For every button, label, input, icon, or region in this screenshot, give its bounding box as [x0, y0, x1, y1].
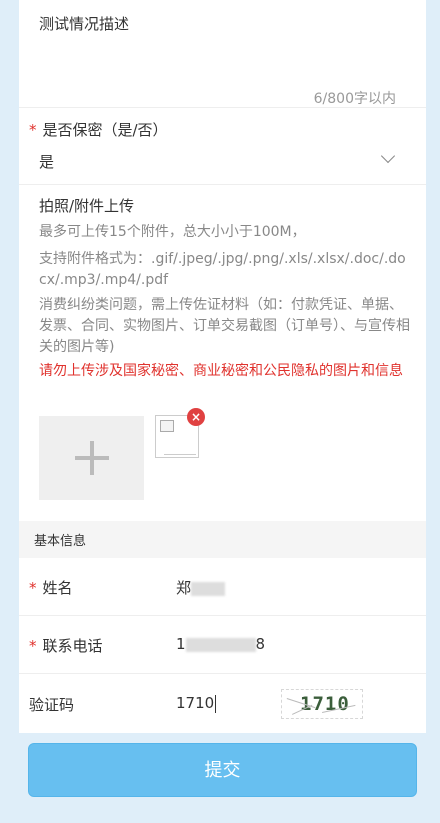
secret-select[interactable]: * 是否保密（是/否） 是	[19, 108, 426, 185]
submit-area: 提交	[0, 733, 440, 823]
name-field[interactable]: * 姓名 郑	[19, 558, 426, 616]
phone-label: 联系电话	[42, 637, 103, 655]
upload-warning: 请勿上传涉及国家秘密、商业秘密和公民隐私的图片和信息	[39, 363, 403, 379]
chevron-down-icon[interactable]	[380, 148, 396, 164]
secret-selected-value: 是	[39, 153, 55, 171]
name-label: 姓名	[42, 579, 73, 597]
required-mark: *	[29, 579, 37, 597]
upload-rule-formats: 支持附件格式为：.gif/.jpeg/.jpg/.png/.xls/.xlsx/…	[39, 251, 406, 288]
upload-rule-dispute: 消费纠纷类问题，需上传佐证材料（如：付款凭证、单据、发票、合同、实物图片、订单交…	[39, 297, 410, 355]
captcha-field[interactable]: 验证码 1710	[19, 674, 426, 733]
upload-title: 拍照/附件上传	[39, 197, 135, 215]
phone-field[interactable]: * 联系电话 18	[19, 616, 426, 674]
upload-section: 拍照/附件上传 最多可上传15个附件，总大小小于100M， 支持附件格式为：.g…	[19, 185, 426, 521]
required-mark: *	[29, 637, 37, 655]
add-attachment-button[interactable]	[39, 416, 144, 500]
phone-value: 18	[176, 635, 266, 653]
name-value: 郑	[176, 577, 226, 598]
captcha-input[interactable]: 1710	[176, 694, 217, 713]
description-text: 测试情况描述	[39, 15, 130, 33]
delete-attachment-icon[interactable]: ×	[187, 408, 205, 426]
basic-info-header: 基本信息	[19, 521, 426, 558]
description-textarea[interactable]: 测试情况描述 6/800字以内	[19, 0, 426, 108]
submit-button[interactable]: 提交	[28, 743, 417, 797]
captcha-label: 验证码	[29, 696, 75, 714]
redacted-mask	[191, 581, 226, 596]
broken-image-icon	[160, 420, 174, 432]
captcha-image[interactable]: 1710	[281, 689, 363, 719]
char-counter: 6/800字以内	[313, 91, 396, 107]
upload-rule-count: 最多可上传15个附件，总大小小于100M，	[39, 224, 306, 240]
secret-label: 是否保密（是/否）	[42, 121, 168, 139]
basic-info-title: 基本信息	[34, 534, 87, 549]
redacted-mask	[185, 637, 256, 652]
required-mark: *	[29, 121, 37, 139]
text-cursor	[215, 694, 217, 713]
